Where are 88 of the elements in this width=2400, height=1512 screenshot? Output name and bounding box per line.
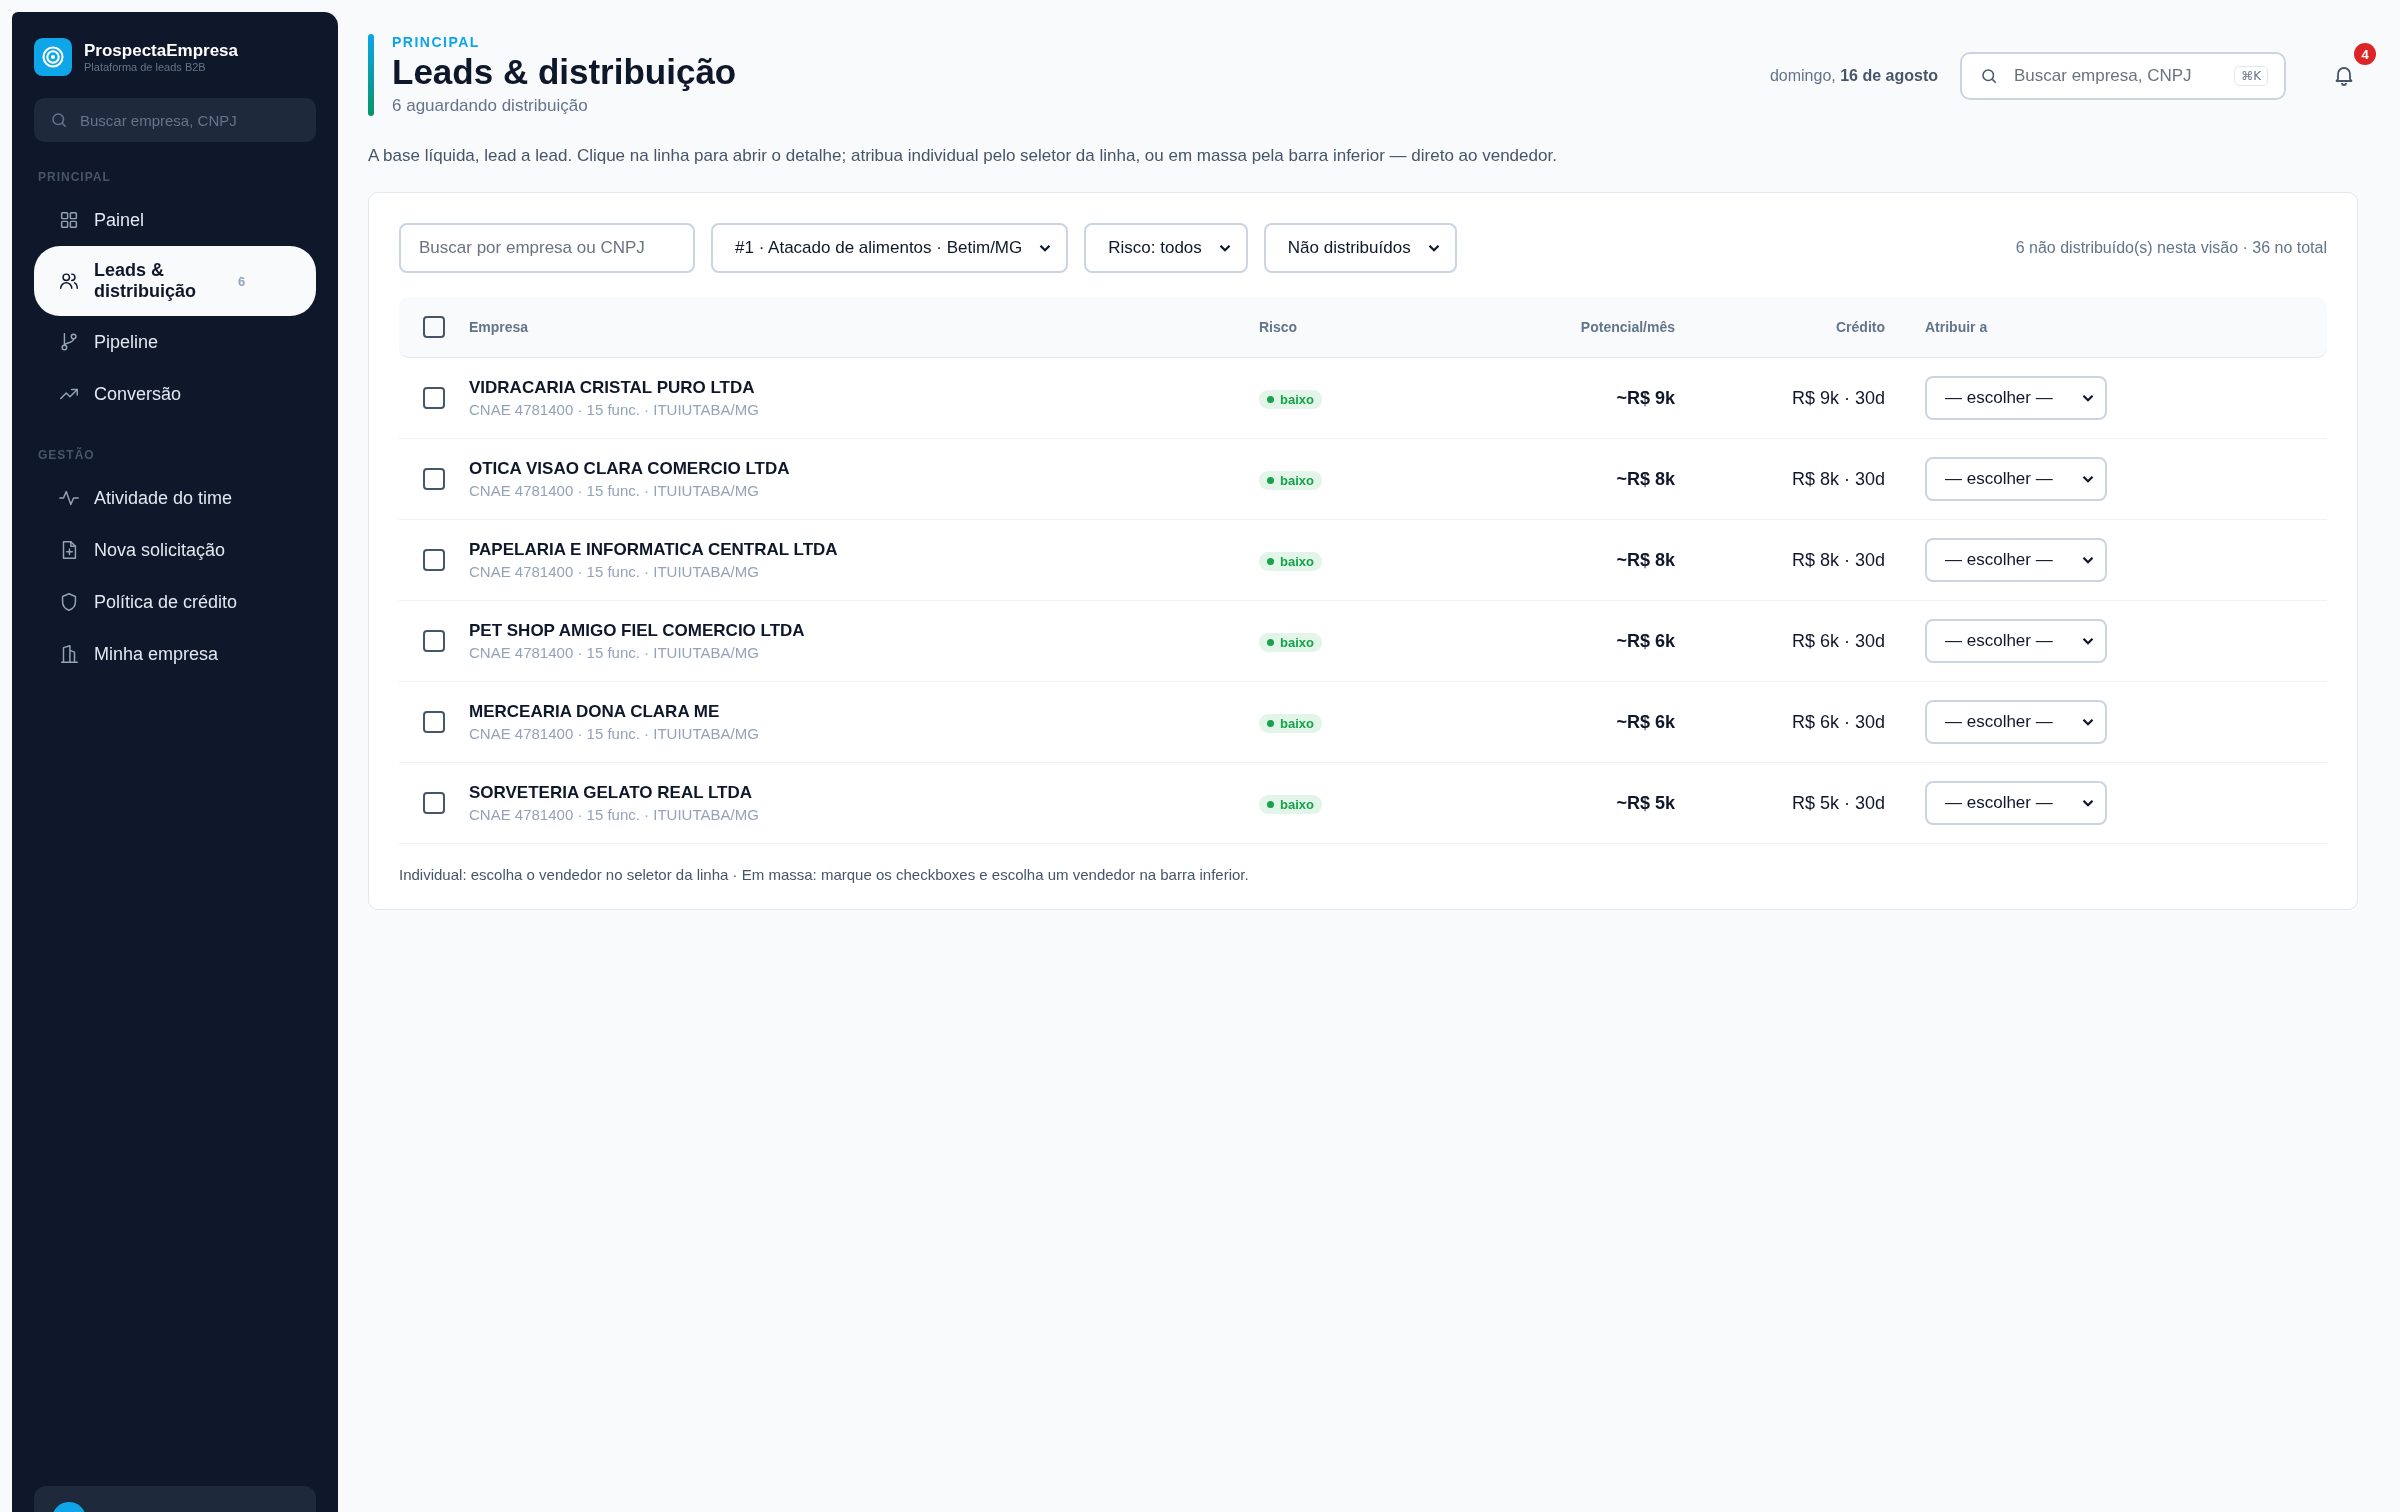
- risk-tag: baixo: [1259, 470, 1322, 490]
- assign-dropdown[interactable]: — escolher —: [1925, 457, 2107, 501]
- company-name: OTICA VISAO CLARA COMERCIO LTDA: [469, 459, 791, 479]
- assign-dropdown[interactable]: — escolher —: [1925, 538, 2107, 582]
- page-description: A base líquida, lead a lead. Clique na linha para abrir o detalhe; atribua individual pelo seletor da linha, ou em massa pela barra inferior — direto ao vendedor.: [368, 146, 1558, 166]
- potential-value: ~R$ 9k: [1615, 387, 1676, 409]
- credit-value: R$ 8k · 30d: [1790, 468, 1886, 490]
- user-card[interactable]: [34, 1486, 316, 1512]
- building-icon: [58, 643, 80, 665]
- row-checkbox[interactable]: [423, 630, 445, 652]
- brand-name: ProspectaEmpresa: [84, 41, 239, 61]
- column-header: Crédito: [1835, 319, 1886, 335]
- credit-value: R$ 9k · 30d: [1790, 387, 1886, 409]
- nav-item[interactable]: Atividade do time: [34, 472, 316, 524]
- risk-tag: baixo: [1259, 713, 1322, 733]
- company-name: VIDRACARIA CRISTAL PURO LTDA: [469, 378, 756, 398]
- sidebar-search-field[interactable]: Buscar empresa, CNPJ: [34, 98, 316, 142]
- nav-item[interactable]: Leads & distribuição 6: [34, 246, 316, 316]
- select-all-checkbox[interactable]: [423, 316, 445, 338]
- company-details: CNAE 4781400 · 15 func. · ITUIUTABA/MG: [469, 482, 760, 499]
- notification-badge: 4: [2354, 43, 2376, 65]
- row-checkbox[interactable]: [423, 549, 445, 571]
- company-name: SORVETERIA GELATO REAL LTDA: [469, 783, 754, 803]
- column-header: Risco: [1259, 319, 1299, 335]
- branch-icon: [58, 331, 80, 353]
- nav-item[interactable]: Pipeline: [34, 316, 316, 368]
- potential-value: ~R$ 5k: [1615, 792, 1676, 814]
- assign-dropdown[interactable]: — escolher —: [1925, 619, 2107, 663]
- section-heading: PRINCIPAL: [37, 169, 112, 186]
- brand-subtitle: Plataforma de leads B2B: [84, 61, 207, 73]
- company-name: PET SHOP AMIGO FIEL COMERCIO LTDA: [469, 621, 806, 641]
- column-header: Empresa: [469, 319, 530, 335]
- shortcut-hint: ⌘K: [2234, 66, 2268, 86]
- count-label: 6: [238, 273, 246, 289]
- filter-dropdown[interactable]: #1 · Atacado de alimentos · Betim/MG: [711, 223, 1069, 273]
- lead-row[interactable]: SORVETERIA GELATO REAL LTDA CNAE 4781400 · 15 func. · ITUIUTABA/MG baixo ~R$ 5k R$ 5k · 30d — escolher —: [399, 763, 2327, 844]
- potential-value: ~R$ 6k: [1615, 630, 1676, 652]
- company-search-field[interactable]: Buscar por empresa ou CNPJ: [399, 223, 695, 273]
- risk-tag: baixo: [1259, 551, 1322, 571]
- assign-dropdown[interactable]: — escolher —: [1925, 700, 2107, 744]
- date-label: domingo, 16 de agosto: [1769, 67, 1938, 85]
- lead-row[interactable]: MERCEARIA DONA CLARA ME CNAE 4781400 · 15 func. · ITUIUTABA/MG baixo ~R$ 6k R$ 6k · 30d — escolher —: [399, 682, 2327, 763]
- nav-item[interactable]: Conversão: [34, 368, 316, 420]
- table-footnote: Individual: escolha o vendedor no seletor da linha · Em massa: marque os checkboxes e escolha um vendedor na barra inferior.: [399, 866, 1250, 883]
- column-header: Potencial/mês: [1579, 319, 1676, 335]
- grid-icon: [58, 209, 80, 231]
- company-name: MERCEARIA DONA CLARA ME: [469, 702, 721, 722]
- filter-dropdown[interactable]: Risco: todos: [1084, 223, 1248, 273]
- nav-item[interactable]: Painel: [34, 194, 316, 246]
- nav-item[interactable]: Nova solicitação: [34, 524, 316, 576]
- nav-item[interactable]: Minha empresa: [34, 628, 316, 680]
- assign-dropdown[interactable]: — escolher —: [1925, 781, 2107, 825]
- company-details: CNAE 4781400 · 15 func. · ITUIUTABA/MG: [469, 806, 760, 823]
- search-icon: [1980, 67, 1998, 85]
- credit-value: R$ 6k · 30d: [1790, 711, 1886, 733]
- credit-value: R$ 6k · 30d: [1790, 630, 1886, 652]
- row-checkbox[interactable]: [423, 711, 445, 733]
- results-summary: 6 não distribuído(s) nesta visão · 36 no total: [2015, 239, 2327, 257]
- risk-tag: baixo: [1259, 632, 1322, 652]
- company-details: CNAE 4781400 · 15 func. · ITUIUTABA/MG: [469, 401, 760, 418]
- company-details: CNAE 4781400 · 15 func. · ITUIUTABA/MG: [469, 644, 760, 661]
- breadcrumb: PRINCIPAL: [392, 34, 481, 50]
- company-name: PAPELARIA E INFORMATICA CENTRAL LTDA: [469, 540, 839, 560]
- lead-row[interactable]: OTICA VISAO CLARA COMERCIO LTDA CNAE 4781400 · 15 func. · ITUIUTABA/MG baixo ~R$ 8k R$ 8k · 30d — escolher —: [399, 439, 2327, 520]
- lead-row[interactable]: VIDRACARIA CRISTAL PURO LTDA CNAE 4781400 · 15 func. · ITUIUTABA/MG baixo ~R$ 9k R$ 9k · 30d — escolher —: [399, 358, 2327, 439]
- lead-row[interactable]: PAPELARIA E INFORMATICA CENTRAL LTDA CNAE 4781400 · 15 func. · ITUIUTABA/MG baixo ~R$ 8k R$ 8k · 30d — escolher —: [399, 520, 2327, 601]
- users-icon: [58, 270, 80, 292]
- risk-tag: baixo: [1259, 389, 1322, 409]
- section-heading: GESTÃO: [37, 446, 96, 464]
- assign-dropdown[interactable]: — escolher —: [1925, 376, 2107, 420]
- filter-dropdown[interactable]: Não distribuídos: [1263, 223, 1457, 273]
- credit-value: R$ 8k · 30d: [1790, 549, 1886, 571]
- potential-value: ~R$ 8k: [1615, 549, 1676, 571]
- lead-row[interactable]: PET SHOP AMIGO FIEL COMERCIO LTDA CNAE 4781400 · 15 func. · ITUIUTABA/MG baixo ~R$ 6k R$ 6k · 30d — escolher —: [399, 601, 2327, 682]
- potential-value: ~R$ 6k: [1615, 711, 1676, 733]
- row-checkbox[interactable]: [423, 468, 445, 490]
- nav-item[interactable]: Política de crédito: [34, 576, 316, 628]
- risk-tag: baixo: [1259, 794, 1322, 814]
- company-details: CNAE 4781400 · 15 func. · ITUIUTABA/MG: [469, 563, 760, 580]
- credit-value: R$ 5k · 30d: [1790, 792, 1886, 814]
- column-header: Atribuir a: [1924, 319, 1989, 335]
- potential-value: ~R$ 8k: [1615, 468, 1676, 490]
- row-checkbox[interactable]: [423, 792, 445, 814]
- page-title: Leads & distribuição: [392, 52, 737, 92]
- row-checkbox[interactable]: [423, 387, 445, 409]
- page-subtitle: 6 aguardando distribuição: [392, 96, 589, 116]
- company-details: CNAE 4781400 · 15 func. · ITUIUTABA/MG: [469, 725, 760, 742]
- target-logo-icon: [34, 38, 72, 76]
